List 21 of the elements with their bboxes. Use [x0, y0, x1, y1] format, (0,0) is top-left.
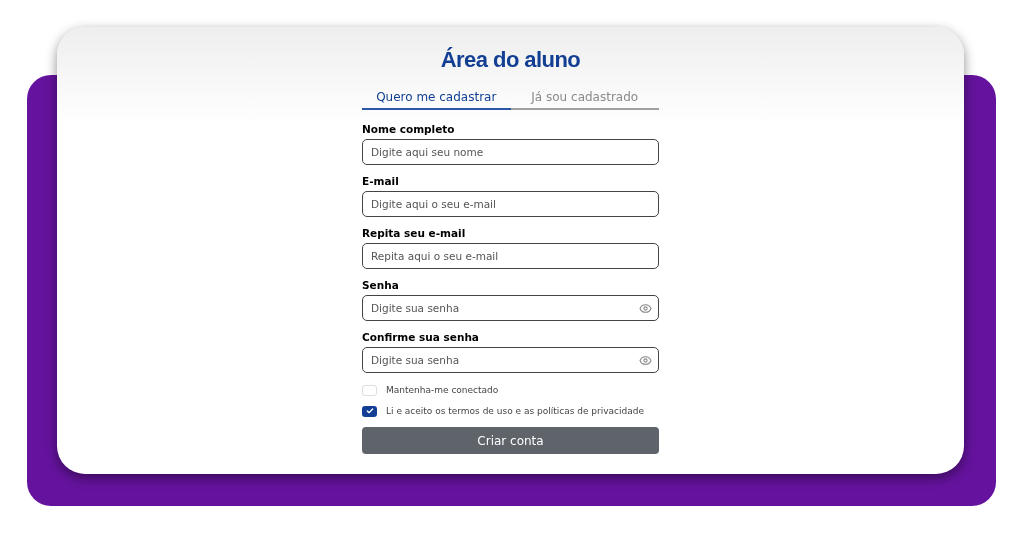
- input-field[interactable]: Digite sua senha: [362, 347, 659, 373]
- create-account-button[interactable]: Criar conta: [362, 427, 659, 454]
- tab[interactable]: Já sou cadastrado: [510, 85, 659, 110]
- check-icon: [365, 407, 374, 416]
- tab[interactable]: Quero me cadastrar: [362, 85, 511, 110]
- input-field[interactable]: Digite sua senha: [362, 295, 659, 321]
- checkbox[interactable]: [362, 385, 377, 397]
- input-field[interactable]: Digite aqui seu nome: [362, 139, 659, 165]
- input-field[interactable]: Digite aqui o seu e-mail: [362, 191, 659, 217]
- checkbox-label: Li e aceito os termos de uso e as políticas de privacidade: [386, 404, 645, 418]
- input-field[interactable]: Repita aqui o seu e-mail: [362, 243, 659, 269]
- field-label: E-mail: [362, 175, 400, 188]
- eye-icon[interactable]: [639, 301, 652, 315]
- page-title: Área do aluno: [440, 46, 581, 74]
- eye-icon[interactable]: [639, 353, 652, 367]
- field-label: Nome completo: [362, 123, 456, 136]
- field-label: Repita seu e-mail: [362, 227, 467, 240]
- checkbox-label: Mantenha-me conectado: [386, 384, 499, 397]
- checkbox[interactable]: [362, 405, 377, 417]
- field-label: Senha: [362, 279, 400, 292]
- field-label: Confirme sua senha: [362, 331, 480, 344]
